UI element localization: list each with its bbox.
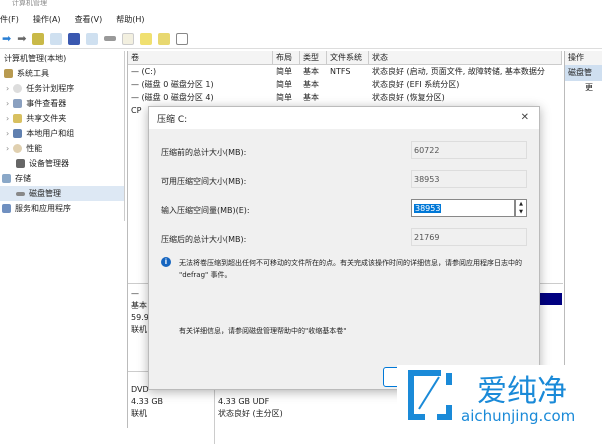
shrink-amount-input[interactable]: 38953 [411,199,515,217]
close-icon[interactable]: ✕ [521,112,529,123]
clock-icon [13,84,23,93]
info-message: 无法将卷压缩到超出任何不可移动的文件所在的点。有关完成该操作时间的详细信息，请参… [179,259,522,279]
shrink-dialog: 压缩 C: ✕ 压缩前的总计大小(MB): 60722 可用压缩空间大小(MB)… [148,106,540,390]
window-title: 计算机管理 [12,0,47,7]
menu-bar: 件(F) 操作(A) 查看(V) 帮助(H) [0,10,602,28]
volume-table-header: 卷 布局 类型 文件系统 状态 [128,51,562,65]
disk-icon [16,191,25,196]
users-icon [13,129,23,138]
actions-disk-management[interactable]: 磁盘管 [565,65,602,81]
properties-icon[interactable] [86,32,99,45]
menu-action[interactable]: 操作(A) [33,14,61,25]
connect-icon[interactable] [104,36,117,41]
table-row[interactable]: — (磁盘 0 磁盘分区 4) 简单 基本 状态良好 (恢复分区) [128,91,562,104]
services-icon [2,204,11,213]
watermark-logo: 爱纯净 aichunjing.com [397,365,602,428]
field-label-total-after: 压缩后的总计大小(MB): [161,235,247,244]
folder-add-icon[interactable] [140,32,153,45]
help-link-text[interactable]: 有关详细信息，请参阅磁盘管理帮助中的"收缩基本卷" [179,326,346,336]
actions-more[interactable]: 更 [565,81,602,95]
tree-item-local-users[interactable]: › 本地用户和组 [0,126,124,141]
event-icon [13,99,23,108]
table-row[interactable]: — (C:) 简单 基本 NTFS 状态良好 (启动, 页面文件, 故障转储, 基本数据… [128,65,562,78]
tree-item-system-tools[interactable]: 系统工具 [0,66,124,81]
document-icon[interactable] [122,32,135,45]
total-before-value: 60722 [411,141,527,159]
watermark-logo-icon: 爱纯净 aichunjing.com [408,370,575,425]
table-row[interactable]: — (磁盘 0 磁盘分区 1) 简单 基本 状态良好 (EFI 系统分区) [128,78,562,91]
tree-item-task-scheduler[interactable]: › 任务计划程序 [0,81,124,96]
help-icon[interactable] [68,32,81,45]
col-type[interactable]: 类型 [300,51,327,64]
col-filesystem[interactable]: 文件系统 [327,51,369,64]
total-after-value: 21769 [411,228,527,246]
col-status[interactable]: 状态 [369,51,562,64]
storage-icon [2,174,11,183]
svg-text:aichunjing.com: aichunjing.com [461,407,575,425]
show-hide-tree-icon[interactable] [50,32,63,45]
field-label-shrink-amount: 输入压缩空间量(MB)(E): [161,206,250,215]
tree-root[interactable]: 计算机管理(本地) [0,51,124,66]
tree-item-shared-folders[interactable]: › 共享文件夹 [0,111,124,126]
up-folder-icon[interactable] [32,32,45,45]
dialog-title: 压缩 C: [157,114,188,125]
dialog-titlebar: 压缩 C: ✕ [149,107,539,129]
tools-icon [4,69,13,78]
available-value: 38953 [411,170,527,188]
shrink-amount-spinner[interactable]: ▲ ▼ [515,199,527,217]
panel-icon[interactable] [176,32,189,45]
menu-file[interactable]: 件(F) [0,14,19,25]
info-icon: i [161,257,171,267]
menu-view[interactable]: 查看(V) [75,14,103,25]
tree-item-storage[interactable]: 存储 [0,171,124,186]
folder-icon [13,114,23,123]
device-icon [16,159,25,168]
folder-search-icon[interactable] [158,32,171,45]
tree-item-services[interactable]: 服务和应用程序 [0,201,124,216]
menu-help[interactable]: 帮助(H) [116,14,144,25]
col-layout[interactable]: 布局 [273,51,300,64]
toolbar: ➡ ➡ [0,29,602,49]
tree-item-disk-management[interactable]: 磁盘管理 [0,186,124,201]
field-label-total-before: 压缩前的总计大小(MB): [161,148,247,157]
tree-item-event-viewer[interactable]: › 事件查看器 [0,96,124,111]
tree-item-performance[interactable]: › 性能 [0,141,124,156]
performance-icon [13,144,23,153]
actions-title: 操作 [565,51,602,65]
field-label-available: 可用压缩空间大小(MB): [161,177,247,186]
svg-text:爱纯净: 爱纯净 [477,374,567,409]
navigation-tree: 计算机管理(本地) 系统工具 › 任务计划程序 › 事件查看器 › 共享文件夹 › 本地… [0,51,125,221]
tree-item-device-manager[interactable]: 设备管理器 [0,156,124,171]
forward-icon[interactable]: ➡ [17,32,26,45]
col-volume[interactable]: 卷 [128,51,273,64]
back-icon[interactable]: ➡ [2,32,11,45]
